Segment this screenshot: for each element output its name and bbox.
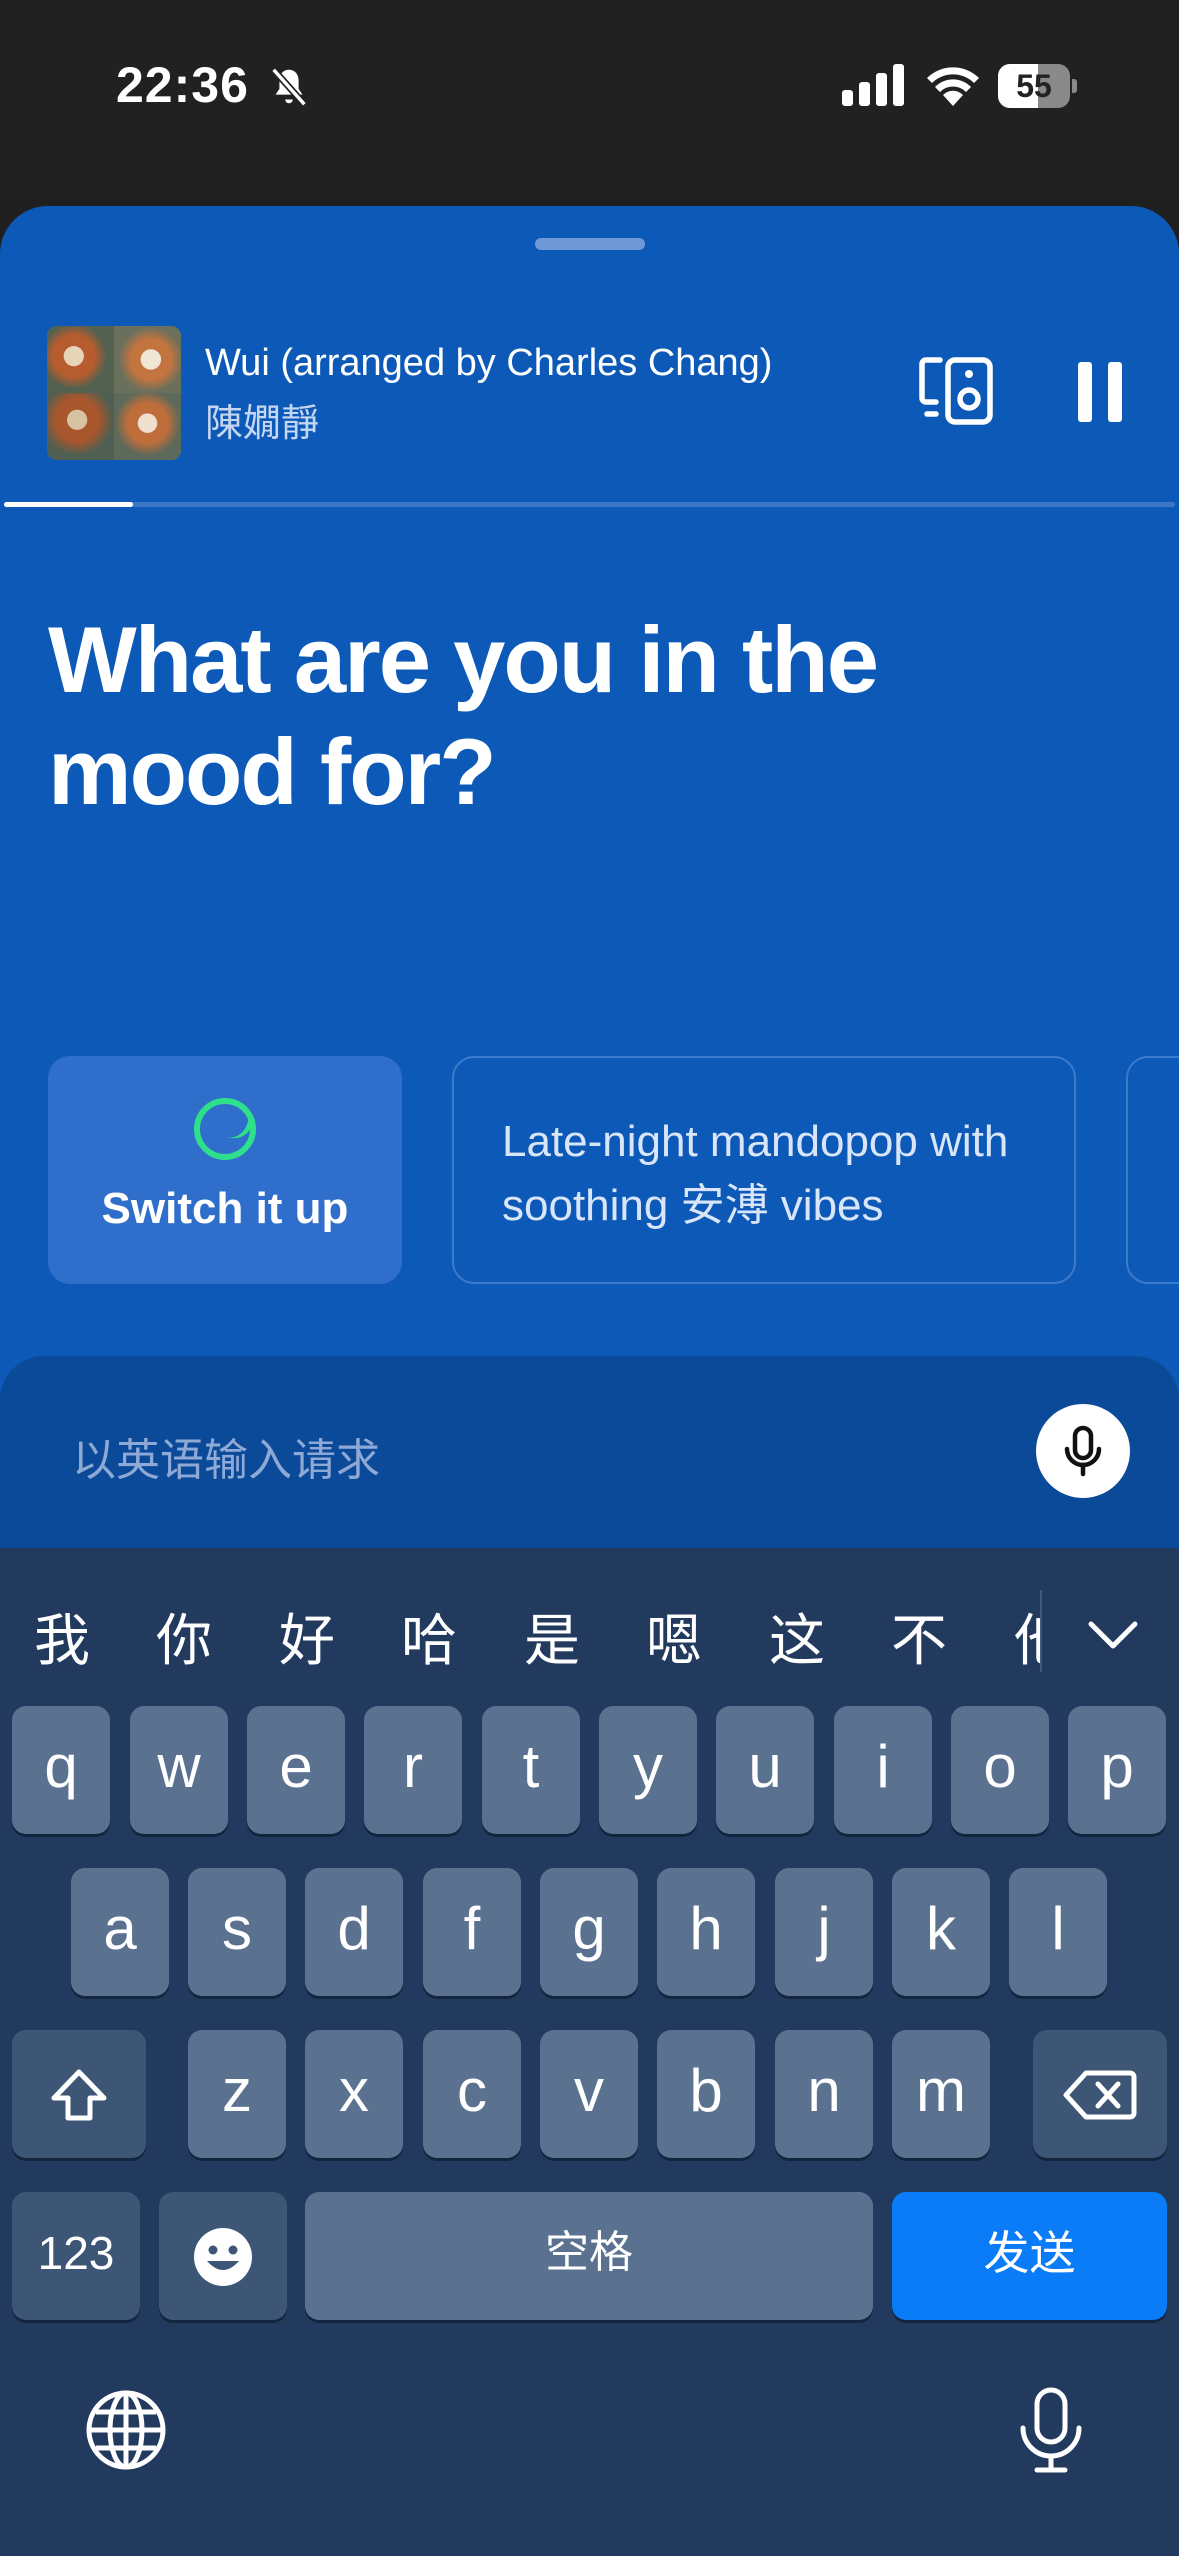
candidate-divider [1040,1590,1042,1672]
request-input-bar: 以英语输入请求 [0,1356,1179,1556]
backspace-key[interactable] [1033,2030,1167,2158]
key-y[interactable]: y [599,1706,697,1834]
key-q[interactable]: q [12,1706,110,1834]
now-playing-bar[interactable]: Wui (arranged by Charles Chang) 陳嫺靜 [0,326,1179,466]
dictation-mic-icon[interactable] [1016,2386,1086,2476]
shift-icon [51,2069,107,2121]
send-key[interactable]: 发送 [892,2192,1167,2320]
playback-progress[interactable] [4,502,1175,507]
voice-input-button[interactable] [1036,1404,1130,1498]
request-input[interactable]: 以英语输入请求 [72,1424,380,1488]
key-v[interactable]: v [540,2030,638,2158]
candidate-word[interactable]: 这 [769,1596,825,1677]
space-key[interactable]: 空格 [305,2192,873,2320]
cellular-signal-icon [842,64,904,106]
playback-progress-fill [4,502,133,507]
candidate-word[interactable]: 你 [156,1596,212,1677]
battery-icon: 55 [998,64,1077,108]
emoji-key[interactable] [159,2192,287,2320]
key-h[interactable]: h [657,1868,755,1996]
key-r[interactable]: r [364,1706,462,1834]
track-artist[interactable]: 陳嫺靜 [205,392,319,447]
suggestion-chip[interactable]: Late-night mandopop with soothing 安溥 vib… [452,1056,1076,1284]
key-w[interactable]: w [130,1706,228,1834]
bell-off-icon [271,67,307,107]
candidate-word[interactable]: 我 [34,1596,90,1677]
key-j[interactable]: j [775,1868,873,1996]
keyboard: 我 你 好 哈 是 嗯 这 不 他 q w e r t y u i o p a … [0,1548,1179,2556]
candidate-word[interactable]: 是 [524,1596,580,1677]
switch-it-up-button[interactable]: Switch it up [48,1056,402,1284]
switch-it-up-label: Switch it up [101,1184,349,1233]
battery-level-text: 55 [1016,68,1052,104]
emoji-icon [194,2228,252,2287]
track-title: Wui (arranged by Charles Chang) [205,342,773,384]
key-x[interactable]: x [305,2030,403,2158]
key-i[interactable]: i [834,1706,932,1834]
candidate-word[interactable]: 嗯 [646,1596,702,1677]
globe-icon[interactable] [84,2388,168,2472]
key-t[interactable]: t [482,1706,580,1834]
sheet-grabber[interactable] [535,238,645,250]
key-z[interactable]: z [188,2030,286,2158]
key-e[interactable]: e [247,1706,345,1834]
key-g[interactable]: g [540,1868,638,1996]
chevron-down-icon[interactable] [1086,1618,1140,1652]
microphone-icon [1064,1425,1102,1477]
status-time: 22:36 [116,57,249,113]
key-b[interactable]: b [657,2030,755,2158]
switch-icon [194,1098,256,1160]
key-s[interactable]: s [188,1868,286,1996]
key-o[interactable]: o [951,1706,1049,1834]
album-art [47,326,181,460]
key-p[interactable]: p [1068,1706,1166,1834]
shift-key[interactable] [12,2030,146,2158]
candidate-word[interactable]: 哈 [401,1596,457,1677]
key-c[interactable]: c [423,2030,521,2158]
key-f[interactable]: f [423,1868,521,1996]
connect-device-icon[interactable] [918,354,996,428]
suggestion-chips: Switch it up Late-night mandopop with so… [0,1056,1179,1286]
key-l[interactable]: l [1009,1868,1107,1996]
status-bar: 22:36 55 [0,0,1179,200]
candidate-word[interactable]: 他 [1014,1596,1040,1677]
key-u[interactable]: u [716,1706,814,1834]
candidate-bar: 我 你 好 哈 是 嗯 这 不 他 [0,1548,1179,1708]
wifi-icon [927,67,979,106]
suggestion-chip-text: Late-night mandopop with soothing 安溥 vib… [502,1117,1009,1230]
key-d[interactable]: d [305,1868,403,1996]
numbers-key[interactable]: 123 [12,2192,140,2320]
suggestion-chip-next[interactable] [1126,1056,1179,1284]
pause-button[interactable] [1076,362,1124,422]
candidate-word[interactable]: 好 [279,1596,335,1677]
key-m[interactable]: m [892,2030,990,2158]
key-a[interactable]: a [71,1868,169,1996]
page-title: What are you in the mood for? [48,607,879,824]
key-n[interactable]: n [775,2030,873,2158]
backspace-icon [1063,2070,1137,2120]
key-k[interactable]: k [892,1868,990,1996]
candidate-word[interactable]: 不 [891,1596,947,1677]
